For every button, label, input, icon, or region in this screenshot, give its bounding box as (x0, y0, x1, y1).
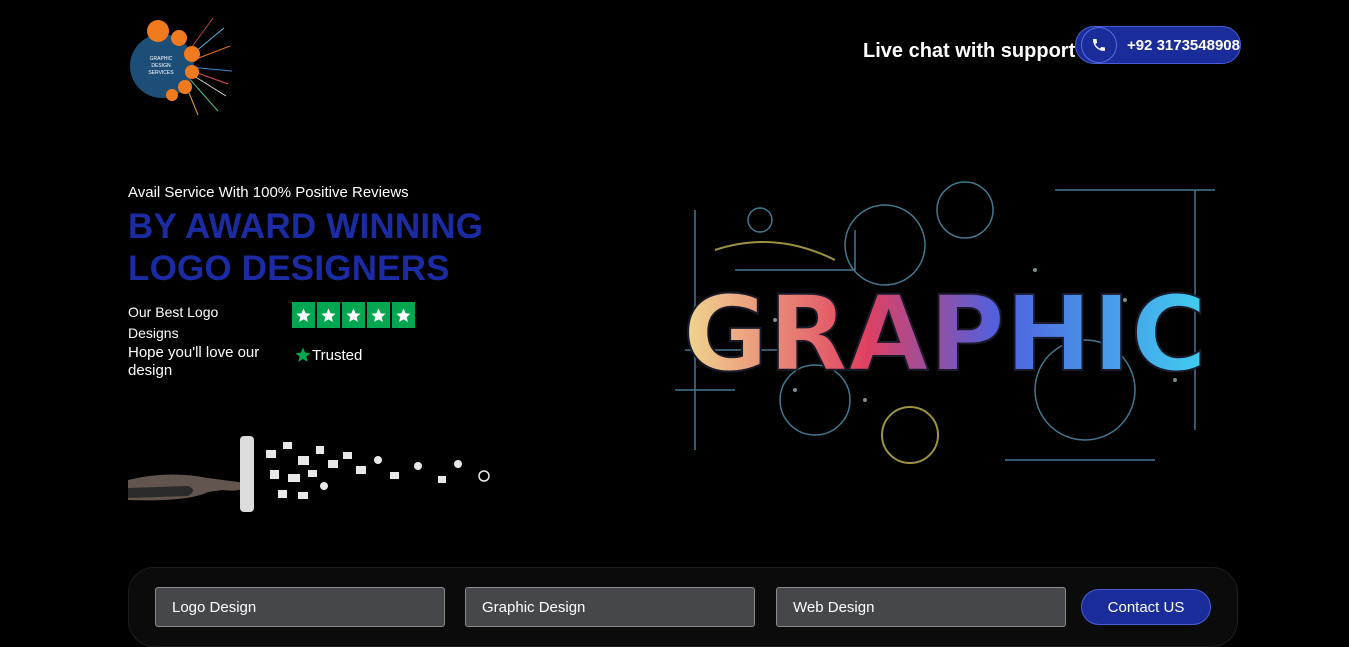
best-designs-text: Our Best Logo Designs (128, 304, 219, 341)
logo-graphic: GRAPHIC DESIGN SERVICES (130, 17, 233, 116)
headline-line-1: BY AWARD WINNING (128, 207, 484, 246)
phone-icon (1081, 27, 1117, 63)
phone-number: +92 3173548908 (1126, 36, 1240, 54)
trusted-badge: Trusted (294, 346, 362, 364)
logo-line-3: SERVICES (148, 70, 174, 76)
graphic-artwork: GRAPHIC (655, 150, 1235, 495)
hand-icons-illustration (128, 430, 498, 520)
logo-design-field[interactable]: Logo Design (155, 587, 445, 627)
hero-kicker: Avail Service With 100% Positive Reviews (128, 184, 409, 201)
service-form-bar: Logo Design Graphic Design Web Design Co… (128, 567, 1238, 647)
phone-button[interactable]: +92 3173548908 (1075, 26, 1241, 64)
graphic-word: GRAPHIC (683, 273, 1207, 395)
trusted-label: Trusted (312, 346, 363, 364)
logo-line-1: GRAPHIC (150, 56, 173, 62)
star-icon (367, 302, 390, 328)
graphic-design-field[interactable]: Graphic Design (465, 587, 755, 627)
rating-stars (292, 302, 415, 328)
hero-headline: BY AWARD WINNING LOGO DESIGNERS (128, 206, 483, 290)
hope-text: Hope you'll love our design (128, 344, 260, 379)
star-icon (317, 302, 340, 328)
logo-line-2: DESIGN (151, 63, 171, 69)
star-icon (342, 302, 365, 328)
brand-logo[interactable]: GRAPHIC DESIGN SERVICES (128, 16, 233, 116)
contact-us-button[interactable]: Contact US (1081, 589, 1211, 625)
web-design-field[interactable]: Web Design (776, 587, 1066, 627)
star-icon (292, 302, 315, 328)
trustpilot-star-icon (295, 347, 311, 362)
star-icon (392, 302, 415, 328)
headline-line-2: LOGO DESIGNERS (128, 249, 450, 288)
live-chat-label: Live chat with support (863, 40, 1076, 62)
